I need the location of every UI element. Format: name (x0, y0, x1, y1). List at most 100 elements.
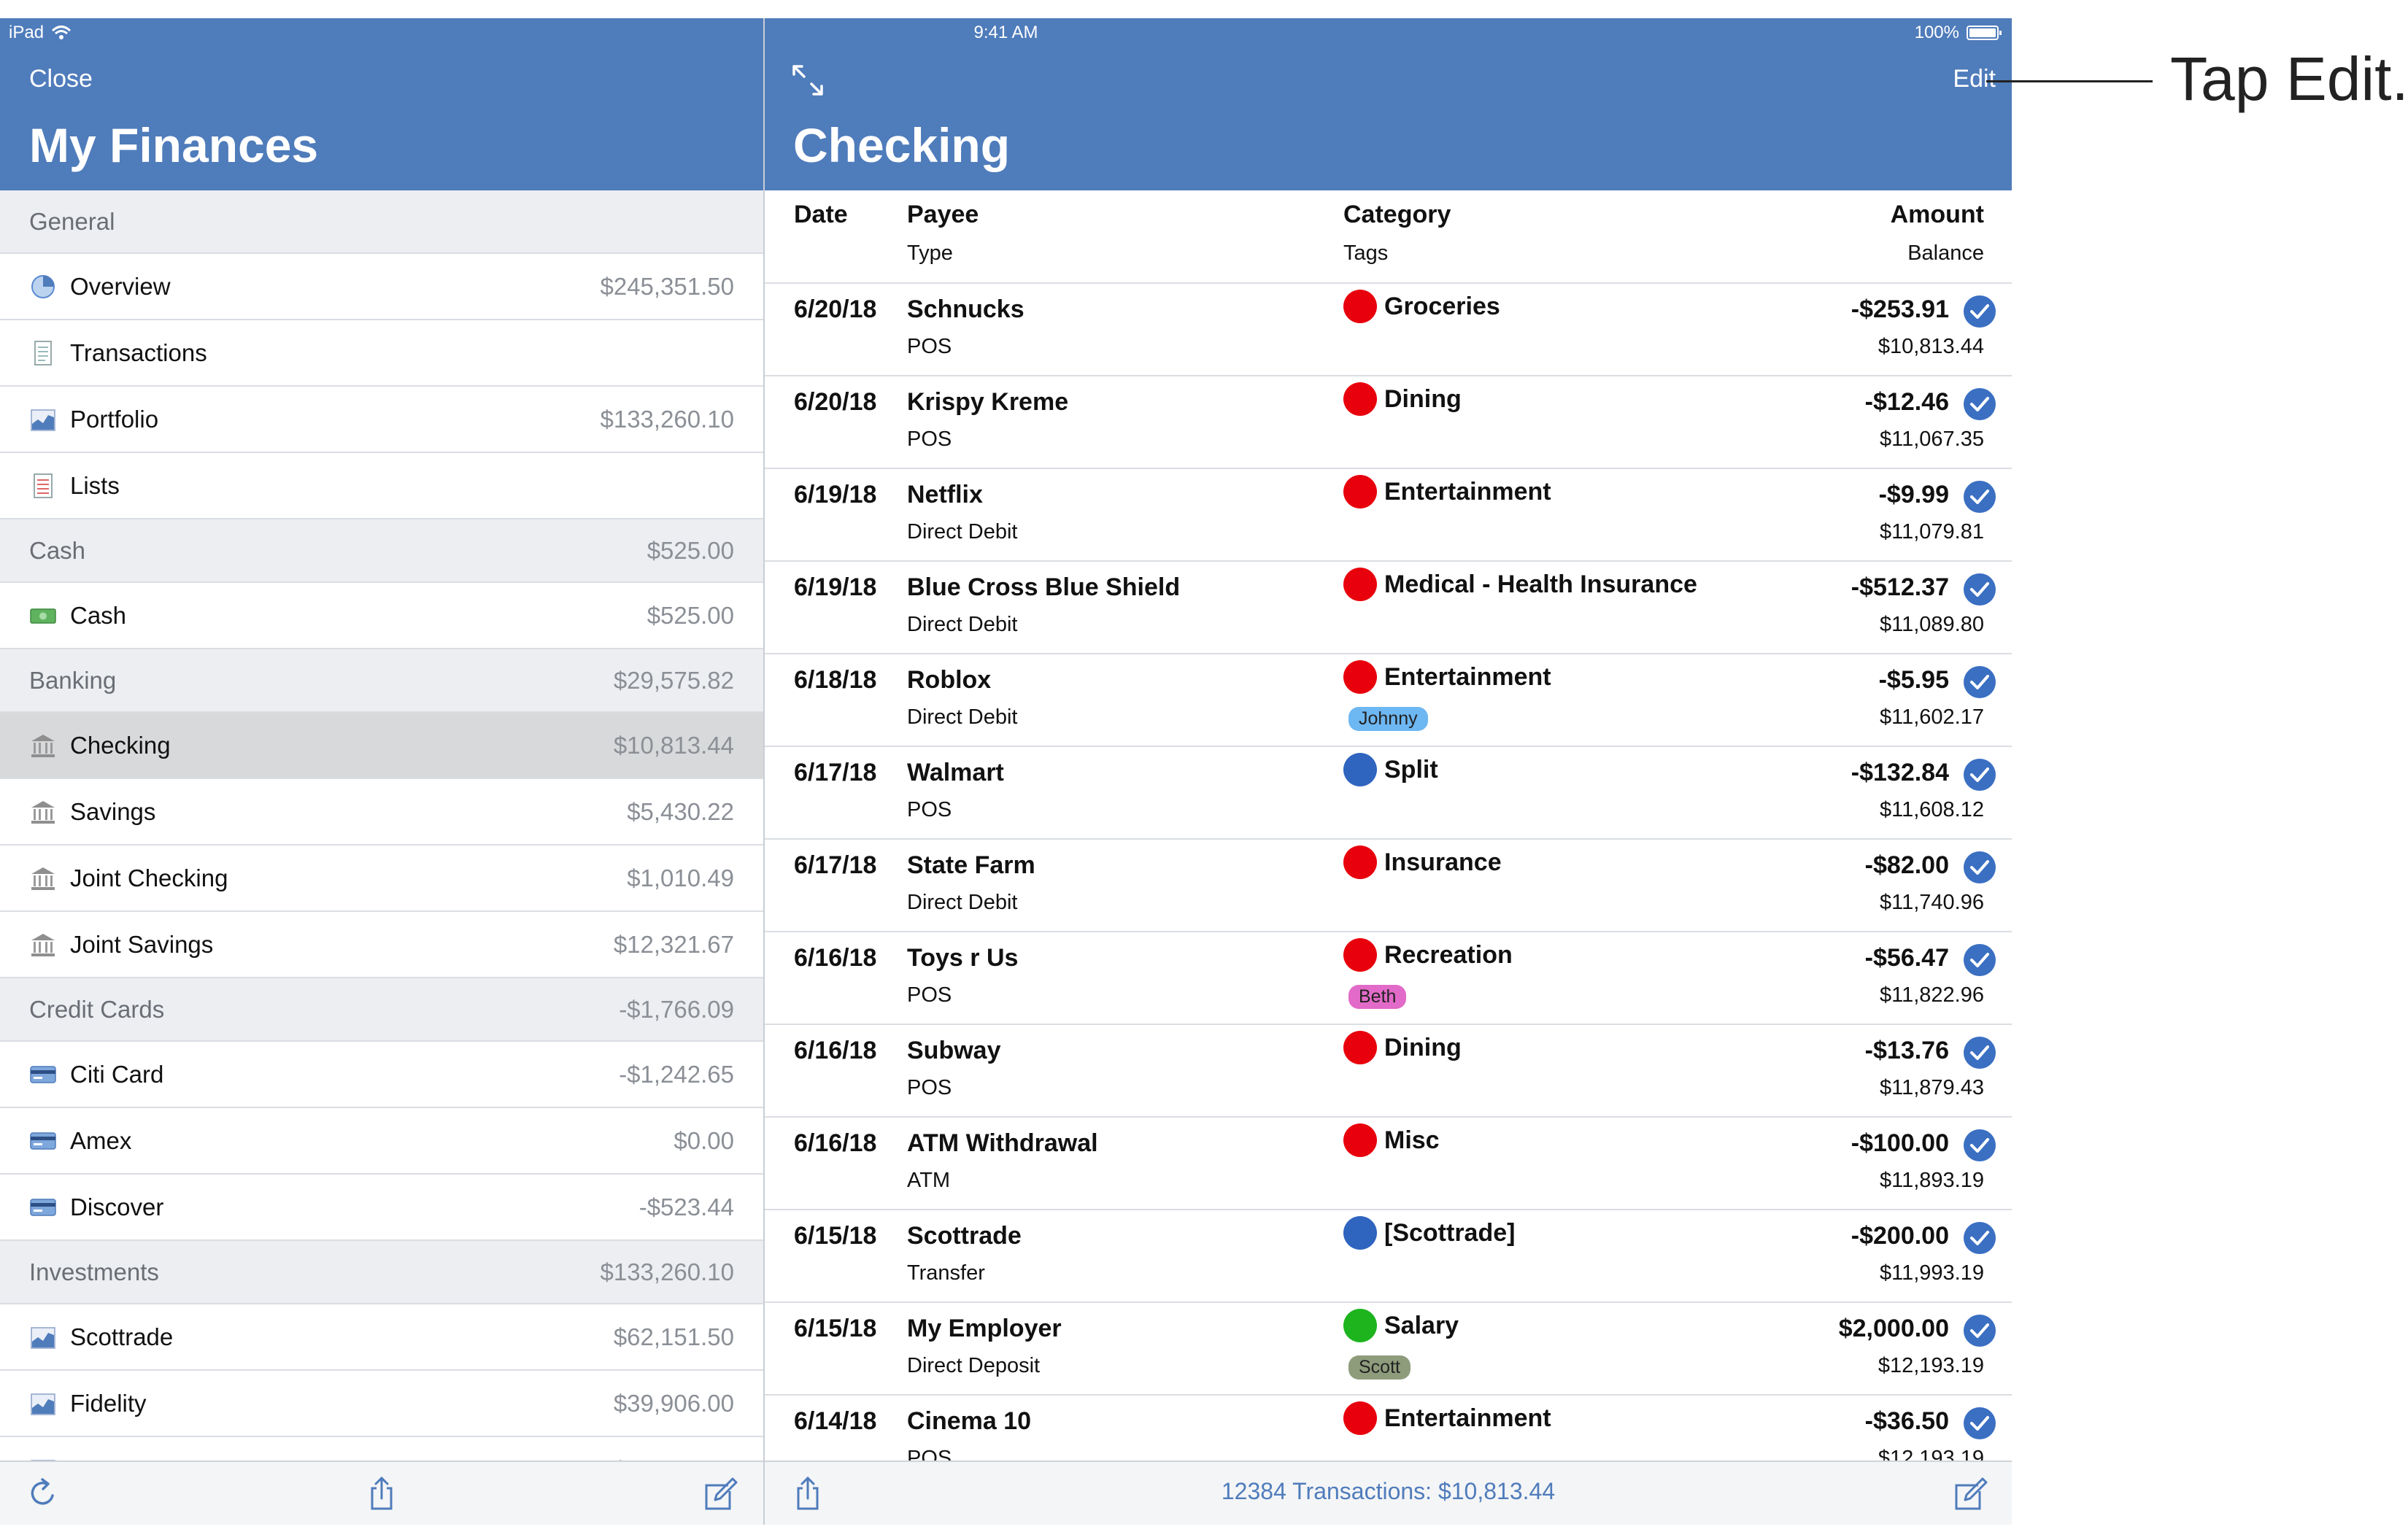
sidebar-item[interactable]: Transactions (0, 320, 763, 387)
cell-amount: -$100.00 (1851, 1129, 1949, 1157)
cleared-check-icon[interactable] (1962, 850, 1997, 885)
compose-icon[interactable] (702, 1475, 738, 1512)
cell-payee: ATM Withdrawal (907, 1129, 1098, 1157)
detail-toolbar: 12384 Transactions: $10,813.44 (765, 1461, 2012, 1525)
sidebar-item[interactable]: Vanguard$31,202.60 (0, 1437, 763, 1461)
cleared-check-icon[interactable] (1962, 572, 1997, 607)
sidebar-item[interactable]: Lists (0, 453, 763, 519)
table-row[interactable]: 6/19/18 Netflix Direct Debit Entertainment -… (765, 469, 2012, 562)
cell-balance: $11,740.96 (1880, 891, 1984, 914)
close-button[interactable]: Close (29, 65, 93, 93)
cleared-check-icon[interactable] (1962, 1035, 1997, 1070)
column-category[interactable]: Category (1343, 201, 1451, 229)
category-label: Dining (1384, 1033, 1462, 1061)
area-chart-icon (29, 406, 57, 433)
sidebar-section: General (0, 190, 763, 254)
sidebar-value: $525.00 (647, 601, 734, 629)
cleared-check-icon[interactable] (1962, 1128, 1997, 1163)
cell-payee: Scottrade (907, 1222, 1022, 1250)
cell-category: Medical - Health Insurance (1343, 568, 1697, 601)
cell-date: 6/15/18 (794, 1315, 877, 1342)
sidebar-value: $0.00 (674, 1126, 734, 1154)
cleared-check-icon[interactable] (1962, 294, 1997, 329)
sidebar-item[interactable]: Savings $5,430.22 (0, 779, 763, 846)
sidebar-label: Investments (29, 1258, 159, 1285)
category-label: Medical - Health Insurance (1384, 570, 1697, 598)
credit-card-icon (29, 1061, 57, 1088)
sidebar-label: Joint Checking (70, 864, 228, 891)
sidebar-item[interactable]: Cash $525.00 (0, 583, 763, 649)
cleared-check-icon[interactable] (1962, 1313, 1997, 1348)
refresh-icon[interactable] (25, 1475, 61, 1512)
table-row[interactable]: 6/15/18 Scottrade Transfer [Scottrade] -$200… (765, 1210, 2012, 1303)
sidebar-item[interactable]: Scottrade $62,151.50 (0, 1304, 763, 1371)
sidebar-value: $29,575.82 (613, 666, 734, 694)
cleared-check-icon[interactable] (1962, 1406, 1997, 1441)
cell-balance: $11,608.12 (1880, 798, 1984, 821)
category-label: Entertainment (1384, 662, 1551, 691)
sidebar-value: $39,906.00 (613, 1389, 734, 1417)
cell-category: Misc (1343, 1123, 1440, 1157)
sidebar-section: Credit Cards -$1,766.09 (0, 978, 763, 1042)
sidebar-item[interactable]: Overview $245,351.50 (0, 254, 763, 320)
sidebar-item[interactable]: Portfolio $133,260.10 (0, 387, 763, 453)
column-date[interactable]: Date (794, 201, 848, 229)
callout-line (1986, 80, 2153, 82)
column-tags[interactable]: Tags (1343, 241, 1388, 266)
column-amount[interactable]: Amount (1891, 201, 1984, 229)
table-row[interactable]: 6/14/18 Cinema 10 POS Entertainment -$36.50 $… (765, 1396, 2012, 1461)
table-row[interactable]: 6/17/18 State Farm Direct Debit Insurance -$… (765, 840, 2012, 932)
detail-title: Checking (793, 118, 1011, 172)
cell-category: [Scottrade] (1343, 1216, 1515, 1250)
category-label: Recreation (1384, 940, 1513, 969)
tag-badge: Johnny (1348, 707, 1428, 731)
compose-icon[interactable] (1952, 1475, 1988, 1512)
sidebar-value: $10,813.44 (613, 731, 734, 759)
sidebar-item[interactable]: Discover -$523.44 (0, 1175, 763, 1241)
table-row[interactable]: 6/16/18 Toys r Us POS Recreation Beth -$56.47… (765, 932, 2012, 1025)
sidebar-item[interactable]: Fidelity $39,906.00 (0, 1371, 763, 1437)
cleared-check-icon[interactable] (1962, 757, 1997, 792)
column-type[interactable]: Type (907, 241, 953, 266)
edit-button[interactable]: Edit (1953, 65, 1996, 93)
sidebar-label: Discover (70, 1193, 164, 1220)
cleared-check-icon[interactable] (1962, 943, 1997, 978)
bank-icon (29, 732, 57, 759)
cell-balance: $11,067.35 (1880, 428, 1984, 451)
cleared-check-icon[interactable] (1962, 387, 1997, 422)
table-row[interactable]: 6/17/18 Walmart POS Split -$132.84 $11,608.12 (765, 747, 2012, 840)
table-row[interactable]: 6/20/18 Schnucks POS Groceries -$253.91 $10,8… (765, 284, 2012, 376)
table-row[interactable]: 6/19/18 Blue Cross Blue Shield Direct Debi… (765, 562, 2012, 654)
cell-type: POS (907, 1447, 952, 1461)
cell-date: 6/19/18 (794, 481, 877, 508)
cell-amount: -$82.00 (1864, 851, 1949, 879)
cell-date: 6/16/18 (794, 1129, 877, 1157)
cell-amount: -$253.91 (1851, 295, 1949, 323)
cleared-check-icon[interactable] (1962, 479, 1997, 514)
share-icon[interactable] (363, 1475, 400, 1512)
column-balance[interactable]: Balance (1907, 241, 1984, 266)
expand-icon[interactable] (790, 62, 826, 98)
sidebar-item[interactable]: Checking $10,813.44 (0, 713, 763, 779)
table-row[interactable]: 6/16/18 ATM Withdrawal ATM Misc -$100.00 $11,… (765, 1118, 2012, 1210)
cell-category: Insurance (1343, 846, 1502, 879)
table-row[interactable]: 6/20/18 Krispy Kreme POS Dining -$12.46 $11,0… (765, 376, 2012, 469)
table-row[interactable]: 6/18/18 Roblox Direct Debit Entertainment Jo… (765, 654, 2012, 747)
sidebar-label: Credit Cards (29, 995, 165, 1023)
cleared-check-icon[interactable] (1962, 1220, 1997, 1256)
sidebar-label: Citi Card (70, 1060, 164, 1088)
bank-icon (29, 931, 57, 959)
area-chart-icon (29, 1390, 57, 1417)
sidebar-item[interactable]: Amex $0.00 (0, 1108, 763, 1175)
sidebar-item[interactable]: Citi Card -$1,242.65 (0, 1042, 763, 1108)
table-row[interactable]: 6/15/18 My Employer Direct Deposit Salary Sc… (765, 1303, 2012, 1396)
cell-date: 6/17/18 (794, 851, 877, 879)
cleared-check-icon[interactable] (1962, 665, 1997, 700)
table-row[interactable]: 6/16/18 Subway POS Dining -$13.76 $11,879.43 (765, 1025, 2012, 1118)
column-payee[interactable]: Payee (907, 201, 979, 229)
sidebar-item[interactable]: Joint Checking $1,010.49 (0, 846, 763, 912)
sidebar-item[interactable]: Joint Savings $12,321.67 (0, 912, 763, 978)
cell-amount: $2,000.00 (1838, 1315, 1949, 1342)
cell-category: Entertainment (1343, 660, 1551, 694)
cell-payee: State Farm (907, 851, 1035, 879)
